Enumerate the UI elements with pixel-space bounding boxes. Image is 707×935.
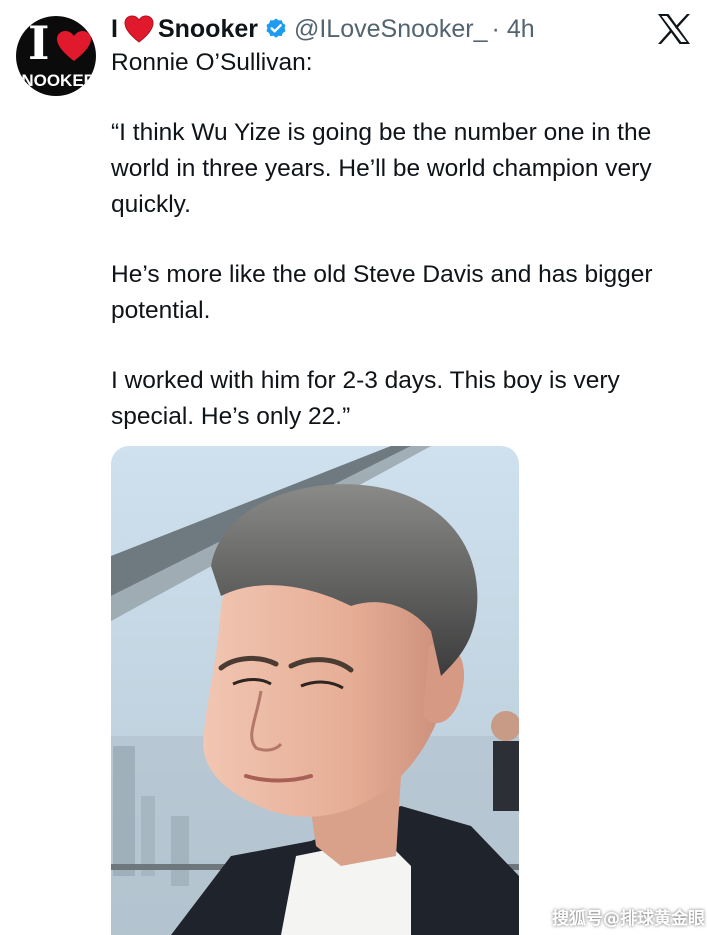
user-handle[interactable]: @ILoveSnooker_: [294, 15, 488, 44]
tweet-paragraph: I worked with him for 2-3 days. This boy…: [111, 367, 620, 430]
red-heart-icon: [124, 15, 154, 43]
tweet-paragraph: He’s more like the old Steve Davis and h…: [111, 261, 653, 324]
heart-icon: [57, 31, 91, 61]
source-watermark: 搜狐号@排球黄金眼: [552, 909, 705, 929]
x-logo-icon: [658, 14, 690, 44]
portrait-photo: [111, 446, 519, 935]
avatar-brand-text: SNOOKER: [16, 71, 96, 90]
tweet-media-photo[interactable]: [111, 446, 519, 935]
tweet-paragraph: “I think Wu Yize is going be the number …: [111, 119, 652, 218]
tweet-timestamp[interactable]: · 4h: [492, 15, 535, 44]
verified-badge-icon: [266, 18, 286, 38]
display-name-prefix: I: [111, 14, 118, 43]
display-name[interactable]: I Snooker: [111, 15, 258, 44]
profile-avatar[interactable]: I SNOOKER: [16, 16, 96, 96]
avatar-letter: I: [28, 16, 50, 70]
tweet-attribution: Ronnie O’Sullivan:: [111, 49, 313, 76]
display-name-suffix: Snooker: [157, 14, 258, 43]
tweet-body: Ronnie O’Sullivan: “I think Wu Yize is g…: [111, 45, 691, 435]
tweet-header: I Snooker @ILoveSnooker_ · 4h: [111, 12, 535, 46]
